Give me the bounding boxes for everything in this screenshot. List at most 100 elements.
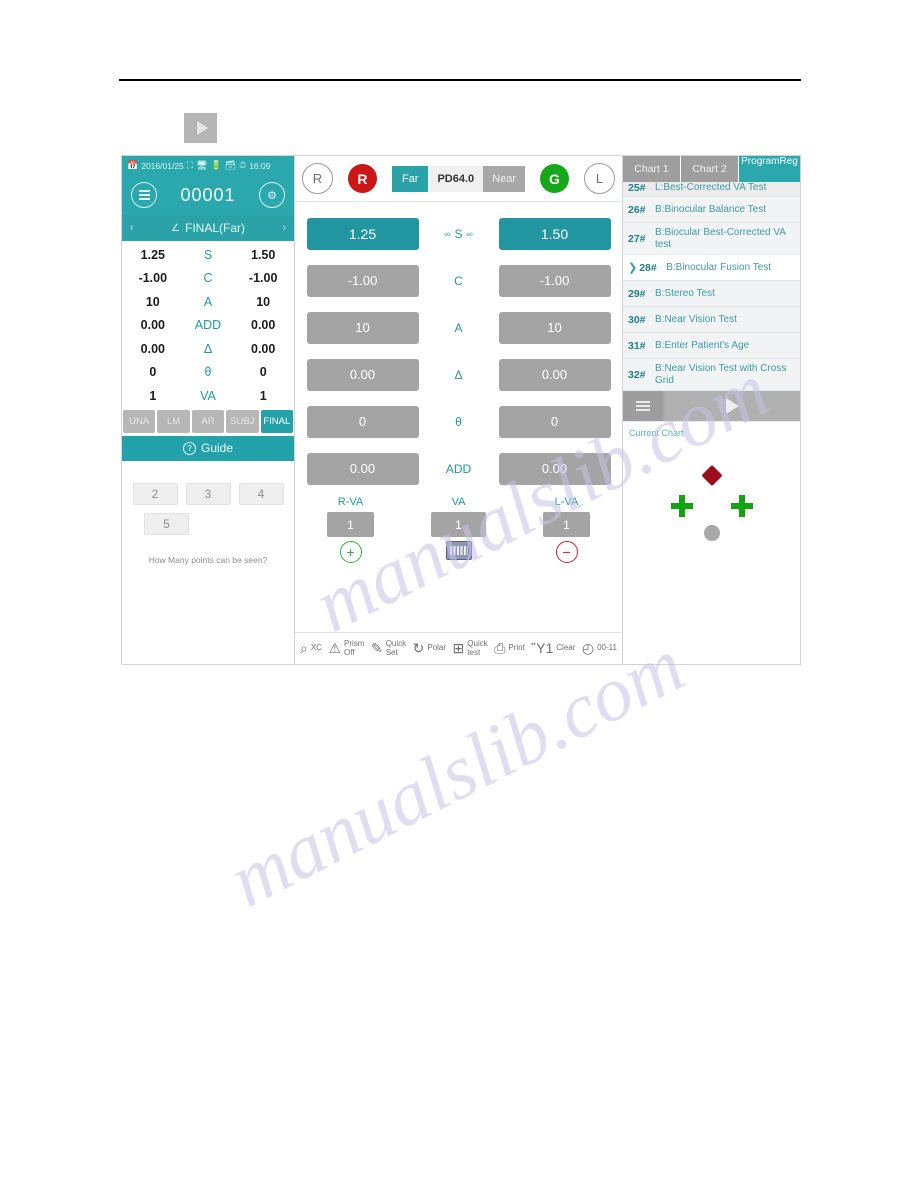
final-title: FINAL(Far) [184,221,245,235]
green-cross-left-icon [670,495,693,517]
answer-button-3[interactable]: 3 [185,482,231,505]
tab-chart-2[interactable]: Chart 2 [681,156,739,182]
eye-left-outline-button[interactable]: L [583,163,615,194]
near-button[interactable]: Near [483,165,526,192]
plus-circle-icon[interactable]: + [339,541,362,563]
chart-tabs: Chart 1 Chart 2 ProgramReg [623,156,800,182]
toolbar-label-wrap: Quick test [467,639,487,657]
pd-value[interactable]: PD64.0 [428,165,484,192]
test-program-list: 25# L:Best-Corrected VA Test 26# B:Binocula… [623,182,800,391]
hamburger-menu-icon[interactable] [131,182,157,208]
toolbar-label: Polar [427,643,447,653]
next-chevron-icon[interactable]: › [282,222,286,234]
test-name: B:Near Vision Test [655,313,737,325]
va-value[interactable]: 1 [431,512,486,537]
mode-button-ar[interactable]: AR [191,409,225,433]
link-icon: ∞ [444,228,451,239]
final-nav-bar[interactable]: ‹ ∠ FINAL(Far) › [122,215,294,241]
clock-icon: ⏱ [239,160,247,170]
value-left-button[interactable]: 10 [306,311,419,344]
toolbar-polar-refresh[interactable]: ↻ Polar [413,641,446,656]
toolbar-label: Print [508,643,525,653]
list-menu-icon[interactable] [623,391,663,421]
value-right-button[interactable]: 0 [498,405,611,438]
far-button[interactable]: Far [391,165,429,192]
mode-button-lm[interactable]: LM [157,409,190,433]
play-icon [196,121,208,135]
mode-button-final[interactable]: FINAL [260,409,294,433]
eye-right-outline-button[interactable]: R [302,163,333,194]
toolbar-clock[interactable]: ◴ 00-11 [582,641,617,656]
program-play-button[interactable] [665,391,800,421]
rx-label: C [203,271,213,286]
test-list-item[interactable]: ❯ 28# B:Binocular Fusion Test [623,255,800,281]
answer-button-5[interactable]: 5 [144,512,189,535]
test-name: B:Near Vision Test with Cross Grid [655,363,787,386]
toolbar-prism-off[interactable]: ⚠ Prism Off [328,639,364,657]
quick-set-icon: ✎ [370,640,383,657]
tab-chart-1[interactable]: Chart 1 [623,156,681,182]
question-mark-icon: ? [182,441,196,455]
value-left-button[interactable]: 1.25 [306,217,419,250]
test-list-item[interactable]: 26# B:Binocular Balance Test [623,197,800,223]
mode-button-subj[interactable]: SUBJ [226,409,259,433]
minus-circle-icon[interactable]: − [555,541,578,563]
value-label: θ [455,414,462,429]
test-list-item[interactable]: 27# B:Biocular Best-Corrected VA test [623,223,800,255]
test-number: 29# [628,287,646,300]
bottom-toolbar: ⌕ XC ⚠ Prism Off ✎ Quick Set ↻ Polar ⊞ Quick test ⎙ Pr… [295,632,622,664]
value-right-button[interactable]: 10 [498,311,611,344]
value-right-button[interactable]: 0.00 [498,358,611,391]
value-left-button[interactable]: -1.00 [306,264,419,297]
toolbar-trash[interactable]: Ὕ1 Clear [531,641,575,656]
eye-red-filter-button[interactable]: R [347,164,377,193]
rx-label: S [203,247,213,262]
answer-row-2: 5 [122,512,294,535]
current-chart-area: Current Chart [623,421,800,664]
toolbar-label-2: test [467,647,481,657]
value-row: 0.00 ADD 0.00 [295,445,622,492]
value-right-button[interactable]: 0.00 [498,452,611,485]
guide-button[interactable]: ? Guide [122,435,294,461]
value-right-button[interactable]: -1.00 [498,264,611,297]
rx-label: θ [204,365,212,380]
r-va-value[interactable]: 1 [327,512,374,537]
gear-icon[interactable]: ⚙ [259,182,285,208]
tab-programreg[interactable]: ProgramReg [739,156,800,182]
rx-right-value: 10 [256,294,271,309]
prev-chevron-icon[interactable]: ‹ [130,222,134,234]
center-panel: R R Far PD64.0 Near G L 1.25 ∞ S ∞ 1.50 -1.00… [295,156,623,664]
value-right-button[interactable]: 1.50 [498,217,611,250]
test-list-item[interactable]: 25# L:Best-Corrected VA Test [623,182,800,197]
toolbar-magnifier-xc[interactable]: ⌕ XC [300,641,322,656]
r-va-label: R-VA [337,496,364,508]
value-label-group: C [419,274,499,288]
floating-play-button[interactable] [184,113,217,143]
value-left-button[interactable]: 0.00 [306,358,419,391]
va-row: R-VA 1 + VA 1 L-VA 1 − [295,492,622,563]
answer-button-group: 234 5 [122,461,294,535]
value-left-button[interactable]: 0.00 [306,452,419,485]
answer-button-2[interactable]: 2 [132,482,178,505]
toolbar-quick-set[interactable]: ✎ Quick Set [370,639,406,657]
va-label: VA [451,496,466,508]
printer-icon: ⎙ [494,640,506,657]
value-left-button[interactable]: 0 [306,405,419,438]
worth-four-dot-chart [623,452,800,557]
guide-label: Guide [200,441,234,455]
value-rows: 1.25 ∞ S ∞ 1.50 -1.00 C -1.00 10 A 10 0.00 Δ 0.00 0 θ 0 0… [295,202,622,492]
toolbar-printer[interactable]: ⎙ Print [494,641,525,656]
l-va-value[interactable]: 1 [543,512,590,537]
eye-green-filter-button[interactable]: G [540,164,569,193]
mode-button-una[interactable]: UNA [123,409,156,433]
test-list-item[interactable]: 31# B:Enter Patient's Age [623,333,800,359]
keyboard-icon[interactable] [445,541,472,560]
toolbar-quick-test-grid[interactable]: ⊞ Quick test [453,639,488,657]
test-list-item[interactable]: 29# B:Stereo Test [623,281,800,307]
test-list-item[interactable]: 32# B:Near Vision Test with Cross Grid [623,359,800,391]
test-list-item[interactable]: 30# B:Near Vision Test [623,307,800,333]
answer-button-4[interactable]: 4 [238,482,284,505]
play-icon [726,398,739,414]
green-cross-right-icon [730,495,753,517]
test-number: 27# [628,232,646,245]
